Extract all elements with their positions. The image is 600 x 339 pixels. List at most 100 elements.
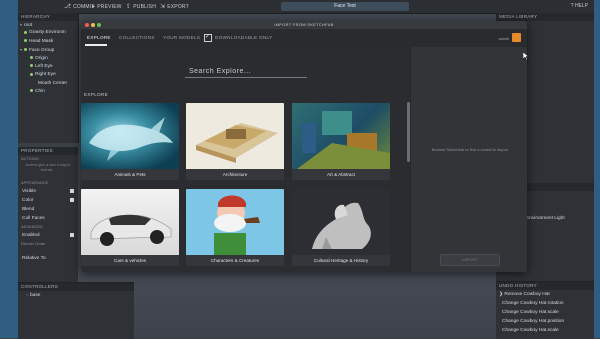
visible-checkbox[interactable] <box>70 189 74 193</box>
category-card-heritage[interactable]: Cultural Heritage & History <box>292 189 390 266</box>
username-label: cubedl <box>498 37 509 41</box>
building-illustration <box>196 123 278 163</box>
node-icon <box>30 72 33 76</box>
tree-item-gravity[interactable]: Gravity Environm <box>18 29 78 37</box>
preview-button[interactable]: ▸ PREVIEW <box>92 3 122 10</box>
export-button[interactable]: ⇲ EXPORT <box>160 3 189 10</box>
tree-item-left-eye[interactable]: Left Eye <box>18 63 78 71</box>
character-illustration <box>214 195 260 255</box>
whale-illustration <box>89 117 173 161</box>
sketchfab-import-dialog: IMPORT FROM SKETCHFAB EXPLORE COLLECTION… <box>81 21 527 272</box>
tab-your-models[interactable]: YOUR MODELS <box>163 35 200 40</box>
downloadable-only-checkbox[interactable] <box>204 33 212 42</box>
undo-item[interactable]: Change Cowboy Hat.position <box>496 317 594 326</box>
category-thumbnail <box>81 103 179 169</box>
category-caption: Architecture <box>186 169 284 180</box>
tree-item-head-mask[interactable]: Head Mask <box>18 38 78 46</box>
document-title-tab[interactable]: Face Test <box>281 2 409 11</box>
tree-item-root[interactable]: ▾ root <box>18 21 78 29</box>
desktop-background-right <box>594 0 600 338</box>
prop-enabled[interactable]: Enabled <box>18 231 78 240</box>
properties-header: PROPERTIES <box>18 147 78 155</box>
category-card-cars[interactable]: Cars & vehicles <box>81 189 179 266</box>
undo-item[interactable]: Change Cowboy Hat.scale <box>496 308 594 317</box>
undo-history-panel: UNDO HISTORY ❯ Remove Cowboy Hat Change … <box>496 281 594 339</box>
tree-item-face-group[interactable]: ▾ Face Group <box>18 46 78 54</box>
prop-blend[interactable]: Blend <box>18 205 78 214</box>
explore-pane: EXPLORE Animals & Pets Arc <box>81 47 407 272</box>
tree-item-mouth-center[interactable]: Mouth Center <box>18 80 78 88</box>
undo-history-header: UNDO HISTORY <box>496 282 594 290</box>
tree-item-right-eye[interactable]: Right Eye <box>18 71 78 79</box>
statue-illustration <box>312 202 371 249</box>
controllers-header: CONTROLLERS <box>18 283 134 291</box>
painting-illustration <box>297 111 390 169</box>
import-button[interactable]: IMPORT <box>440 254 500 266</box>
color-swatch[interactable] <box>70 198 74 202</box>
close-icon[interactable] <box>85 23 89 27</box>
category-caption: Cultural Heritage & History <box>292 255 390 266</box>
category-thumbnail <box>186 189 284 255</box>
dialog-title: IMPORT FROM SKETCHFAB <box>274 22 334 27</box>
prop-relative-to[interactable]: Relative To <box>18 254 78 263</box>
controllers-panel: CONTROLLERS ○ base <box>18 282 134 339</box>
media-library-header: MEDIA LIBRARY <box>496 13 594 21</box>
category-card-animals[interactable]: Animals & Pets <box>81 103 179 180</box>
category-card-art[interactable]: Art & Abstract <box>292 103 390 180</box>
minimize-icon[interactable] <box>91 23 95 27</box>
viewport-floor <box>78 270 496 338</box>
prop-cull-faces[interactable]: Cull Faces <box>18 214 78 223</box>
category-thumbnail <box>292 189 390 255</box>
node-icon <box>24 39 27 43</box>
category-thumbnail <box>81 189 179 255</box>
search-input[interactable] <box>185 65 307 78</box>
tab-collections[interactable]: COLLECTIONS <box>119 35 155 40</box>
properties-panel: PROPERTIES ACTIONS Actions give a user a… <box>18 147 78 282</box>
hierarchy-header: HIERARCHY <box>18 13 78 21</box>
category-thumbnail <box>292 103 390 169</box>
enabled-checkbox[interactable] <box>70 233 74 237</box>
node-icon <box>24 48 27 52</box>
downloadable-only-label[interactable]: DOWNLOADABLE ONLY <box>215 35 272 40</box>
car-illustration <box>90 214 172 246</box>
avatar[interactable] <box>512 33 521 42</box>
prop-visible[interactable]: Visible <box>18 187 78 196</box>
category-card-architecture[interactable]: Architecture <box>186 103 284 180</box>
node-icon <box>30 64 33 68</box>
node-icon <box>24 30 27 34</box>
dialog-titlebar: IMPORT FROM SKETCHFAB <box>81 21 527 29</box>
controller-item-base[interactable]: ○ base <box>18 291 134 299</box>
maximize-icon[interactable] <box>97 23 101 27</box>
desktop-background-left <box>0 0 18 338</box>
prop-color[interactable]: Color <box>18 196 78 205</box>
render-order-label: Render Order <box>21 241 46 246</box>
advanced-subheader: ADVANCED <box>21 224 43 229</box>
commit-icon: ⎇ <box>64 4 72 10</box>
actions-subheader: ACTIONS <box>21 156 39 161</box>
tab-explore[interactable]: EXPLORE <box>87 35 111 40</box>
undo-item[interactable]: Change Cowboy Hat.scale <box>496 326 594 335</box>
appearance-subheader: APPEARANCE <box>21 180 49 185</box>
tree-item-origin[interactable]: Origin <box>18 55 78 63</box>
category-caption: Cars & vehicles <box>81 255 179 266</box>
node-icon <box>30 89 33 93</box>
tree-item-chin[interactable]: Chin <box>18 88 78 96</box>
browse-hint: Browse Sketchfab to find a model to impo… <box>431 147 509 152</box>
commit-button[interactable]: ⎇ COMMIT <box>64 3 95 10</box>
preview-icon: ▸ <box>92 4 96 10</box>
publish-button[interactable]: ⇪ PUBLISH <box>126 3 156 10</box>
active-tab-indicator <box>85 44 107 46</box>
hierarchy-panel: HIERARCHY ▾ root Gravity Environm Head Ma… <box>18 13 79 143</box>
model-details-pane: Browse Sketchfab to find a model to impo… <box>410 47 527 272</box>
mouse-cursor-icon <box>523 52 529 60</box>
export-icon: ⇲ <box>160 4 166 10</box>
undo-item[interactable]: ❯ Remove Cowboy Hat <box>496 290 594 299</box>
category-card-characters[interactable]: Characters & Creatures <box>186 189 284 266</box>
node-icon <box>30 55 33 59</box>
actions-hint: Actions give a user a way to interact... <box>25 163 71 172</box>
category-caption: Art & Abstract <box>292 169 390 180</box>
category-caption: Characters & Creatures <box>186 255 284 266</box>
undo-item[interactable]: Change Cowboy Hat.rotation <box>496 299 594 308</box>
publish-icon: ⇪ <box>126 4 132 10</box>
help-button[interactable]: ? HELP <box>571 3 588 9</box>
